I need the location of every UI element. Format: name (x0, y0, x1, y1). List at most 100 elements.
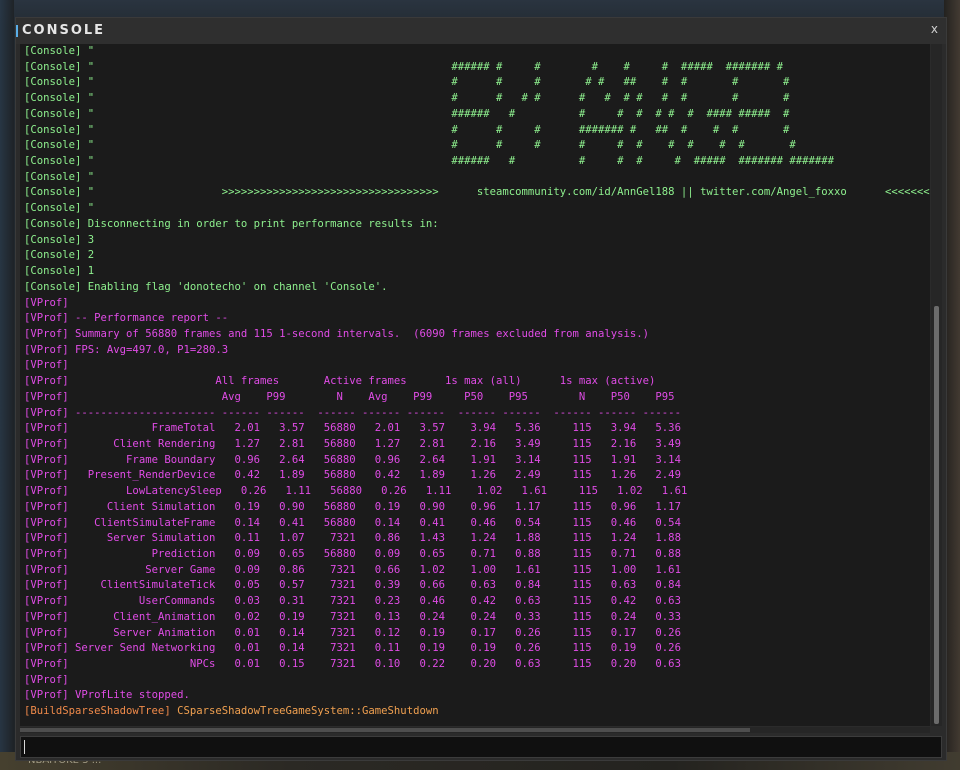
line-prefix: [VProf] (24, 375, 69, 388)
line-message: Client Simulation 0.19 0.90 56880 0.19 0… (68, 500, 681, 513)
line-prefix: [VProf] (24, 296, 69, 309)
console-line: [Console] " (24, 170, 930, 186)
text-caret (24, 740, 25, 754)
console-line: [BuildSparseShadowTree] CSparseShadowTre… (24, 704, 930, 720)
line-prefix: [Console] (24, 60, 82, 73)
console-line: [VProf] Server Game 0.09 0.86 7321 0.66 … (24, 563, 930, 579)
console-line: [VProf] FrameTotal 2.01 3.57 56880 2.01 … (24, 421, 930, 437)
console-line: [VProf] VProfLite stopped. (24, 688, 930, 704)
horizontal-scrollbar[interactable] (20, 727, 930, 733)
line-message: NPCs 0.01 0.15 7321 0.10 0.22 0.20 0.63 … (68, 658, 681, 671)
line-prefix: [Console] (24, 217, 82, 230)
line-message: " ###### # # # # # ##### ####### ####### (81, 155, 835, 168)
console-line: [Console] 2 (24, 248, 930, 264)
line-prefix: [VProf] (24, 485, 69, 498)
line-message: FrameTotal 2.01 3.57 56880 2.01 3.57 3.9… (68, 422, 681, 435)
line-message: Client_Animation 0.02 0.19 7321 0.13 0.2… (68, 610, 681, 623)
scrollbar-thumb[interactable] (934, 306, 939, 724)
console-line: [VProf] Present_RenderDevice 0.42 1.89 5… (24, 468, 930, 484)
line-prefix: [Console] (24, 139, 82, 152)
line-message: Server Send Networking 0.01 0.14 7321 0.… (68, 642, 681, 655)
line-prefix: [Console] (24, 186, 82, 199)
line-message: CSparseShadowTreeGameSystem::GameShutdow… (170, 705, 439, 718)
horizontal-scrollbar-thumb[interactable] (20, 728, 750, 732)
line-message: Present_RenderDevice 0.42 1.89 56880 0.4… (68, 469, 681, 482)
line-message: 1 (81, 265, 95, 278)
console-line: [VProf] (24, 358, 930, 374)
line-message: Server Game 0.09 0.86 7321 0.66 1.02 1.0… (68, 563, 681, 576)
line-message: " >>>>>>>>>>>>>>>>>>>>>>>>>>>>>>>>>> ste… (81, 186, 930, 199)
line-message: 3 (81, 233, 95, 246)
console-line: [VProf] ClientSimulateTick 0.05 0.57 732… (24, 578, 930, 594)
line-prefix: [VProf] (24, 548, 69, 560)
line-prefix: [VProf] (24, 422, 69, 435)
console-line: [VProf] Prediction 0.09 0.65 56880 0.09 … (24, 547, 930, 563)
console-title: CONSOLE (22, 23, 106, 38)
line-prefix: [VProf] (24, 673, 69, 686)
console-line: [VProf] NPCs 0.01 0.15 7321 0.10 0.22 0.… (24, 657, 930, 673)
line-prefix: [VProf] (24, 595, 69, 608)
console-line: [Console] Enabling flag 'donotecho' on c… (24, 280, 930, 296)
console-line: [Console] " # # # # # # # # # # # # (24, 91, 930, 107)
console-titlebar[interactable]: CONSOLE x (16, 18, 946, 44)
line-prefix: [VProf] (24, 469, 69, 482)
console-input[interactable] (20, 736, 942, 758)
line-prefix: [Console] (24, 170, 82, 183)
console-line: [VProf] Summary of 56880 frames and 115 … (24, 327, 930, 343)
line-message: " # # # # # # # # # # # # (81, 92, 790, 105)
line-prefix: [VProf] (24, 500, 69, 513)
line-message: VProfLite stopped. (68, 689, 190, 702)
close-button[interactable]: x (931, 22, 938, 36)
line-prefix: [VProf] (24, 343, 69, 356)
line-prefix: [VProf] (24, 689, 69, 702)
console-line: [VProf] LowLatencySleep 0.26 1.11 56880 … (24, 484, 930, 500)
line-prefix: [Console] (24, 265, 82, 278)
console-line: [VProf] -- Performance report -- (24, 311, 930, 327)
line-message: 2 (81, 249, 95, 262)
vertical-scrollbar[interactable] (931, 44, 942, 726)
console-line: [VProf] Frame Boundary 0.96 2.64 56880 0… (24, 453, 930, 469)
line-message: Client Rendering 1.27 2.81 56880 1.27 2.… (68, 437, 681, 450)
console-line: [Console] " (24, 44, 930, 60)
console-line: [VProf] Client Simulation 0.19 0.90 5688… (24, 500, 930, 516)
line-prefix: [Console] (24, 45, 82, 57)
console-line: [VProf] (24, 673, 930, 689)
line-prefix: [Console] (24, 123, 82, 136)
line-message: ClientSimulateFrame 0.14 0.41 56880 0.14… (68, 516, 681, 529)
line-message: " # # # # # ## # # # # (81, 76, 790, 89)
line-message: UserCommands 0.03 0.31 7321 0.23 0.46 0.… (68, 595, 681, 608)
line-message: Server Simulation 0.11 1.07 7321 0.86 1.… (68, 532, 681, 545)
line-prefix: [Console] (24, 155, 82, 168)
console-window: CONSOLE x [Console] " [Console] " ###### … (16, 18, 946, 760)
line-message: " # # # # # # # # # # # (81, 139, 796, 152)
console-line: [VProf] (24, 296, 930, 312)
line-prefix: [Console] (24, 92, 82, 105)
console-line: [VProf] ---------------------- ------ --… (24, 406, 930, 422)
line-prefix: [Console] (24, 107, 82, 120)
console-line: [VProf] Client Rendering 1.27 2.81 56880… (24, 437, 930, 453)
line-prefix: [Console] (24, 249, 82, 262)
line-message: " # # # ####### # ## # # # # (81, 123, 790, 136)
console-line: [VProf] Server Animation 0.01 0.14 7321 … (24, 626, 930, 642)
line-message: " (81, 202, 95, 215)
title-accent-bar (16, 25, 18, 37)
line-prefix: [VProf] (24, 453, 69, 466)
line-prefix: [Console] (24, 233, 82, 246)
line-message: All frames Active frames 1s max (all) 1s… (68, 375, 656, 388)
console-line: [VProf] ClientSimulateFrame 0.14 0.41 56… (24, 516, 930, 532)
line-prefix: [VProf] (24, 579, 69, 592)
line-prefix: [VProf] (24, 642, 69, 655)
console-lines: [Console] " [Console] " ###### # # # # # … (24, 44, 930, 720)
line-prefix: [VProf] (24, 610, 69, 623)
line-message: Frame Boundary 0.96 2.64 56880 0.96 2.64… (68, 453, 681, 466)
line-message: Summary of 56880 frames and 115 1-second… (68, 327, 650, 340)
line-message: Prediction 0.09 0.65 56880 0.09 0.65 0.7… (68, 548, 681, 560)
line-prefix: [VProf] (24, 626, 69, 639)
console-line: [VProf] UserCommands 0.03 0.31 7321 0.23… (24, 594, 930, 610)
console-line: [Console] " (24, 201, 930, 217)
line-prefix: [Console] (24, 280, 82, 293)
line-message: -- Performance report -- (68, 312, 229, 325)
line-message: " ###### # # # # # ##### ####### # (81, 60, 783, 73)
line-message: " (81, 45, 95, 57)
console-output[interactable]: [Console] " [Console] " ###### # # # # # … (20, 44, 930, 726)
